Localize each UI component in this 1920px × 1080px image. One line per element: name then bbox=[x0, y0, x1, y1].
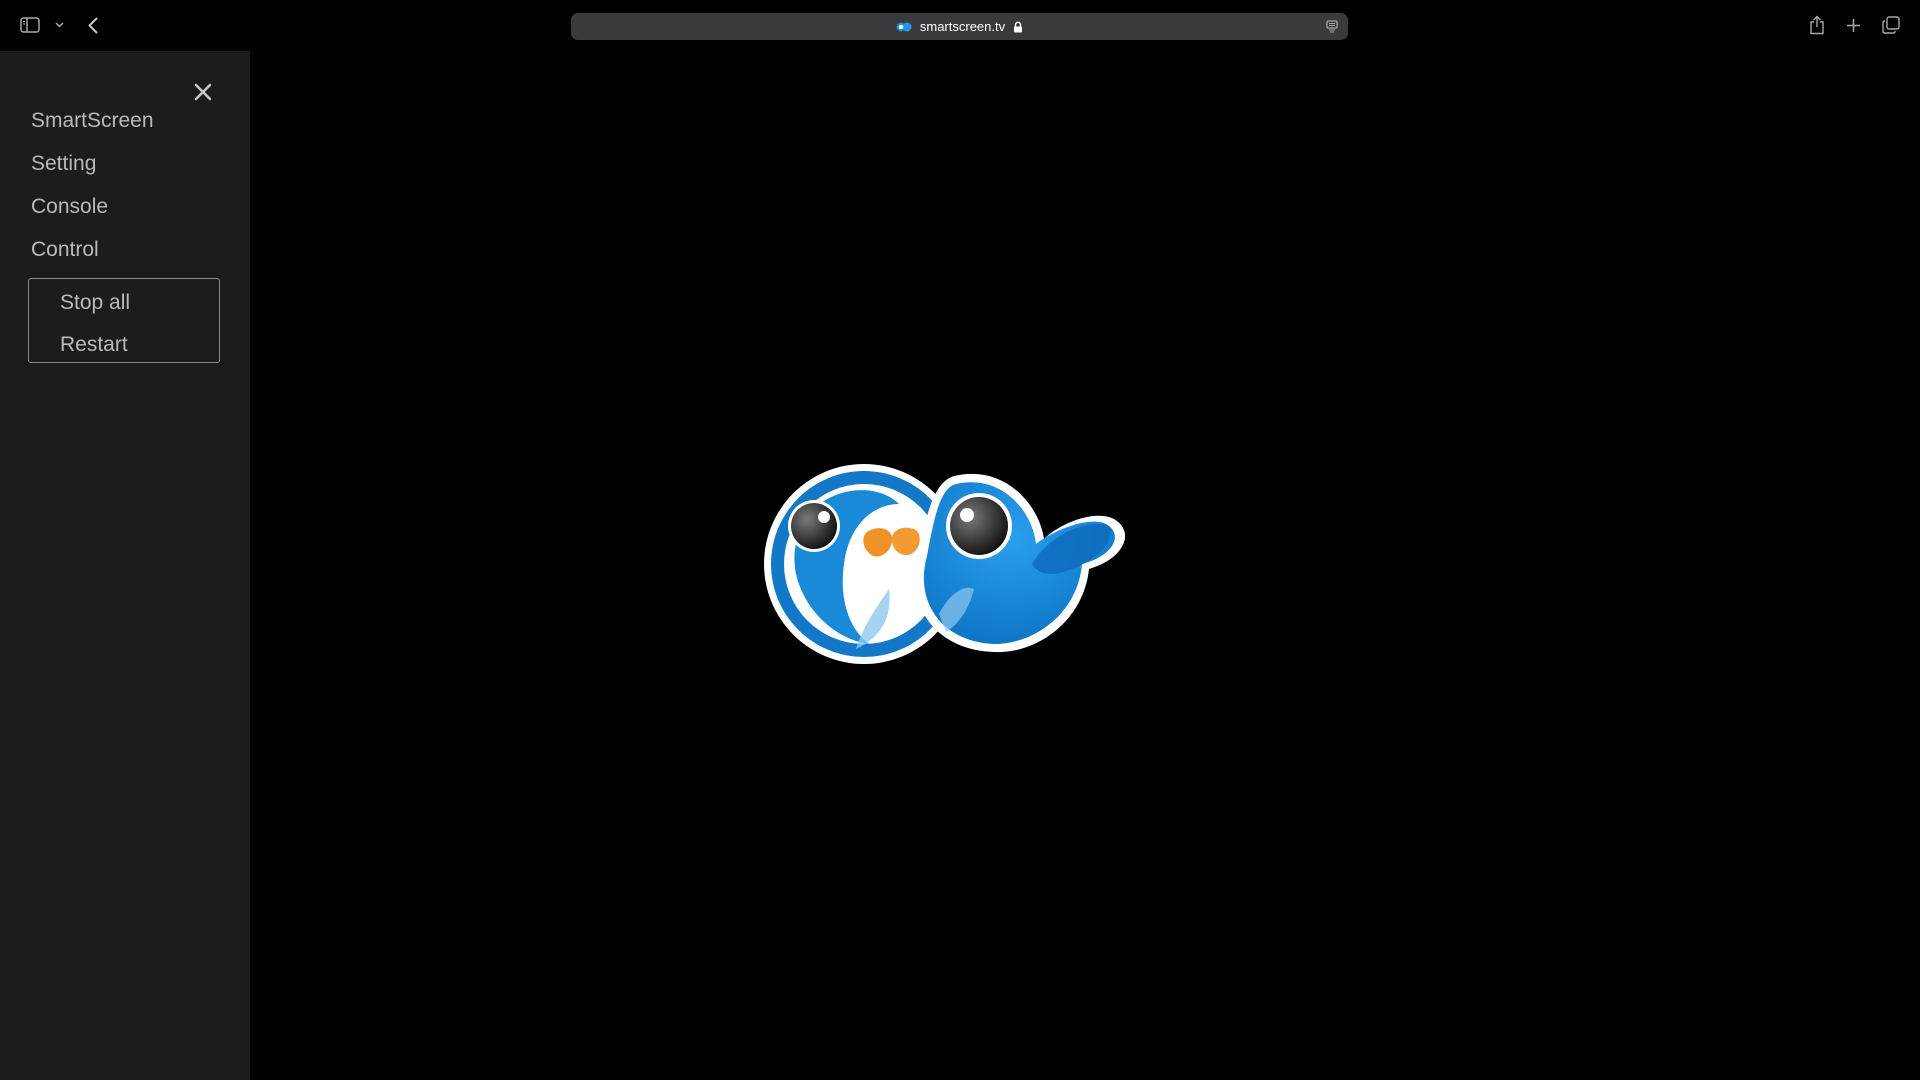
sidebar-item-control[interactable]: Control bbox=[31, 228, 154, 271]
close-icon[interactable] bbox=[190, 79, 216, 105]
restart-button[interactable]: Restart bbox=[60, 328, 128, 362]
address-text: smartscreen.tv bbox=[919, 19, 1006, 34]
sidebar-nav: SmartScreen Setting Console Control bbox=[31, 99, 154, 271]
tabs-icon[interactable] bbox=[1880, 15, 1902, 35]
sidebar-item-smartscreen[interactable]: SmartScreen bbox=[31, 99, 154, 142]
control-submenu: Stop all Restart bbox=[28, 278, 220, 363]
site-favicon-icon bbox=[896, 22, 912, 31]
smartscreen-logo bbox=[764, 464, 1126, 664]
browser-toolbar: smartscreen.tv bbox=[0, 0, 1920, 51]
sidebar-toggle-icon[interactable] bbox=[19, 15, 41, 35]
back-arrow-icon[interactable] bbox=[84, 14, 102, 36]
chevron-down-icon[interactable] bbox=[53, 18, 65, 32]
sidebar-menu: SmartScreen Setting Console Control Stop… bbox=[0, 51, 250, 1080]
address-bar[interactable]: smartscreen.tv bbox=[571, 13, 1348, 40]
stop-all-button[interactable]: Stop all bbox=[60, 286, 130, 320]
sidebar-item-console[interactable]: Console bbox=[31, 185, 154, 228]
reader-icon[interactable] bbox=[1326, 20, 1338, 38]
sidebar-item-setting[interactable]: Setting bbox=[31, 142, 154, 185]
plus-icon[interactable] bbox=[1843, 15, 1863, 35]
lock-icon bbox=[1014, 21, 1023, 32]
share-icon[interactable] bbox=[1806, 13, 1828, 37]
